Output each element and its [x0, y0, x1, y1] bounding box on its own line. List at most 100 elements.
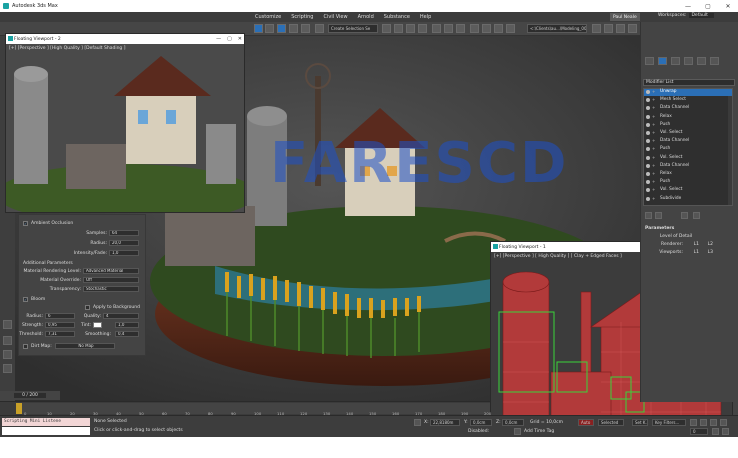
save-folder-button[interactable]: [616, 24, 625, 33]
expand-icon[interactable]: +: [652, 105, 655, 111]
expand-icon[interactable]: +: [652, 146, 655, 152]
intensity-input[interactable]: 1,0: [109, 250, 139, 256]
align-button[interactable]: [394, 24, 403, 33]
remove-modifier-button[interactable]: [693, 212, 700, 219]
eye-icon[interactable]: [646, 196, 650, 201]
mirror-button[interactable]: [382, 24, 391, 33]
timeline-track[interactable]: 0 10 20 30 40 50 60 70 80 90 100 110 120 130 140 150 160…: [22, 403, 491, 416]
apply-background-checkbox[interactable]: [85, 305, 90, 310]
menu-help[interactable]: Help: [420, 14, 431, 20]
display-tab-icon[interactable]: [697, 57, 706, 65]
project-path-dropdown[interactable]: <:\Clients\au...\Modeling_00:: [527, 24, 587, 33]
project-folder-button[interactable]: [592, 24, 601, 33]
modifier-stack-item[interactable]: + Vol. Select: [644, 155, 732, 162]
angle-snap-button[interactable]: [277, 24, 286, 33]
current-frame-input[interactable]: 0: [690, 428, 708, 435]
bloom-radius-input[interactable]: 6: [45, 313, 75, 319]
modifier-list-dropdown[interactable]: Modifier List: [643, 79, 735, 86]
modifier-stack-item[interactable]: + Vol. Select: [644, 130, 732, 137]
threshold-input[interactable]: 7,31: [45, 331, 75, 337]
utilities-tab-icon[interactable]: [710, 57, 719, 65]
transparency-dropdown[interactable]: Stochastic: [83, 286, 139, 292]
eye-icon[interactable]: [646, 114, 650, 119]
eye-icon[interactable]: [646, 106, 650, 111]
modifier-stack-item[interactable]: + Relax: [644, 114, 732, 121]
percent-snap-button[interactable]: [289, 24, 298, 33]
toggle-ribbon-button[interactable]: [432, 24, 441, 33]
material-override-dropdown[interactable]: Off: [83, 277, 139, 283]
eye-icon[interactable]: [646, 122, 650, 127]
maximize-icon[interactable]: ▢: [698, 0, 718, 12]
quality-input[interactable]: 4: [103, 313, 139, 319]
modifier-stack-item[interactable]: + Push: [644, 179, 732, 186]
lock-selection-icon[interactable]: [414, 419, 421, 426]
eye-icon[interactable]: [646, 180, 650, 185]
viewport-layout-2-button[interactable]: [3, 364, 12, 373]
modifier-stack-item[interactable]: + Mesh Select: [644, 97, 732, 104]
workspaces-dropdown[interactable]: Default: [689, 13, 714, 18]
strength-input[interactable]: 0,95: [45, 322, 75, 328]
menu-customize[interactable]: Customize: [255, 14, 281, 20]
eye-icon[interactable]: [646, 147, 650, 152]
modifier-stack-item[interactable]: + Data Channel: [644, 138, 732, 145]
next-frame-icon[interactable]: [720, 419, 727, 426]
eye-icon[interactable]: [646, 172, 650, 176]
modifier-stack-item[interactable]: + Push: [644, 122, 732, 129]
time-slider-handle[interactable]: [16, 403, 22, 414]
time-tag-icon[interactable]: [514, 428, 521, 435]
settings-button[interactable]: [628, 24, 637, 33]
modifier-stack-item[interactable]: + Subdivide: [644, 196, 732, 203]
dirt-map-checkbox[interactable]: [23, 344, 28, 349]
eye-icon[interactable]: [646, 131, 650, 135]
expand-icon[interactable]: +: [652, 89, 655, 95]
material-editor-button[interactable]: [470, 24, 479, 33]
curve-editor-button[interactable]: [444, 24, 453, 33]
modify-tab-icon[interactable]: [658, 57, 667, 65]
minimize-icon[interactable]: —: [216, 36, 221, 42]
hierarchy-tab-icon[interactable]: [671, 57, 680, 65]
user-account-button[interactable]: Paul Neale: [610, 13, 640, 21]
selection-set-dropdown[interactable]: Create Selection Se: [328, 24, 378, 33]
make-unique-button[interactable]: [681, 212, 688, 219]
menu-scripting[interactable]: Scripting: [291, 14, 313, 20]
select-object-button[interactable]: [254, 24, 263, 33]
viewports-l3-radio[interactable]: L3: [701, 250, 713, 255]
modifier-stack-item[interactable]: + Relax: [644, 171, 732, 178]
show-end-result-button[interactable]: [655, 212, 662, 219]
modifier-stack-item[interactable]: + Data Channel: [644, 163, 732, 170]
viewport-layout-button[interactable]: [3, 350, 12, 359]
render-setup-button[interactable]: [482, 24, 491, 33]
modifier-stack-item[interactable]: + Push: [644, 146, 732, 153]
material-level-dropdown[interactable]: Advanced Material: [83, 268, 139, 274]
renderer-l1-radio[interactable]: L1: [687, 242, 699, 247]
dirt-map-button[interactable]: No Map: [55, 343, 115, 349]
set-key-button[interactable]: Set K.: [632, 419, 648, 426]
expand-icon[interactable]: +: [652, 171, 655, 177]
modifier-stack-item[interactable]: + Unwrap: [644, 89, 732, 96]
eye-icon[interactable]: [646, 98, 650, 103]
maxscript-output[interactable]: [2, 427, 90, 435]
menu-arnold[interactable]: Arnold: [358, 14, 374, 20]
floating-viewport-2[interactable]: Floating Viewport - 2 — ▢ ✕ [+] [Perspec…: [5, 33, 245, 213]
eye-icon[interactable]: [646, 188, 650, 193]
expand-icon[interactable]: +: [652, 97, 655, 103]
renderer-l2-radio[interactable]: L2: [701, 242, 713, 247]
eye-icon[interactable]: [646, 90, 650, 94]
zoom-icon[interactable]: [712, 428, 719, 435]
smoothing-input[interactable]: 0,4: [115, 331, 139, 337]
edit-named-selection-button[interactable]: [315, 24, 324, 33]
render-production-button[interactable]: [506, 24, 515, 33]
minimize-icon[interactable]: —: [678, 0, 698, 12]
maximize-icon[interactable]: ▢: [227, 36, 232, 42]
motion-tab-icon[interactable]: [684, 57, 693, 65]
modifier-stack[interactable]: + Unwrap + Mesh Select + Data Channel + Relax + P…: [643, 88, 733, 206]
expand-icon[interactable]: +: [652, 138, 655, 144]
frame-slider-value[interactable]: 0 / 200: [14, 393, 46, 398]
pan-icon[interactable]: [722, 428, 729, 435]
expand-icon[interactable]: +: [652, 114, 655, 120]
floating-viewport-1-label[interactable]: [+] [Perspective ] [ High Quality ] [ Cl…: [494, 254, 622, 259]
add-time-tag-button[interactable]: Add Time Tag: [524, 429, 554, 434]
toggle-scene-explorer-button[interactable]: [406, 24, 415, 33]
snap-3d-button[interactable]: [265, 24, 274, 33]
eye-icon[interactable]: [646, 139, 650, 144]
